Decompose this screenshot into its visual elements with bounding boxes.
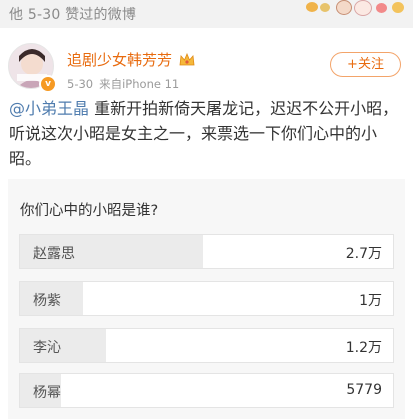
liked-header: 他 5-30 赞过的微博 <box>0 0 413 28</box>
poll-option-label: 杨幂 <box>33 385 61 401</box>
verified-badge-icon: v <box>39 75 57 93</box>
poll-option-count: 1.2万 <box>345 340 382 356</box>
post-text: @小弟王晶 重新开拍新倚天屠龙记，迟迟不公开小昭，听说这次小昭是女主之一，来票选… <box>9 96 405 171</box>
poll-card: 你们心中的小昭是谁? 赵露思 2.7万 杨紫 1万 李沁 1.2万 杨幂 577… <box>8 179 405 419</box>
poll-option[interactable]: 赵露思 2.7万 <box>19 234 394 269</box>
poll-question: 你们心中的小昭是谁? <box>20 203 159 219</box>
post-meta: 5-30 来自iPhone 11 <box>67 76 179 92</box>
poll-option[interactable]: 李沁 1.2万 <box>19 328 394 363</box>
username[interactable]: 追剧少女韩芳芳 <box>67 49 172 70</box>
post-source: 来自iPhone 11 <box>99 77 180 91</box>
poll-option[interactable]: 杨紫 1万 <box>19 281 394 316</box>
poll-option-count: 2.7万 <box>345 246 382 262</box>
post-date: 5-30 <box>67 77 94 91</box>
liked-header-title: 他 5-30 赞过的微博 <box>9 7 137 23</box>
poll-option[interactable]: 杨幂 5779 <box>19 373 394 408</box>
mention-link[interactable]: @小弟王晶 <box>9 99 89 118</box>
follow-button[interactable]: +关注 <box>330 52 401 77</box>
poll-option-count: 1万 <box>359 293 382 309</box>
emoji-stickers <box>306 0 413 18</box>
crown-icon <box>179 52 195 66</box>
poll-option-count: 5779 <box>346 382 382 398</box>
poll-option-label: 赵露思 <box>33 246 75 262</box>
poll-option-label: 杨紫 <box>33 293 61 309</box>
poll-option-label: 李沁 <box>33 340 61 356</box>
